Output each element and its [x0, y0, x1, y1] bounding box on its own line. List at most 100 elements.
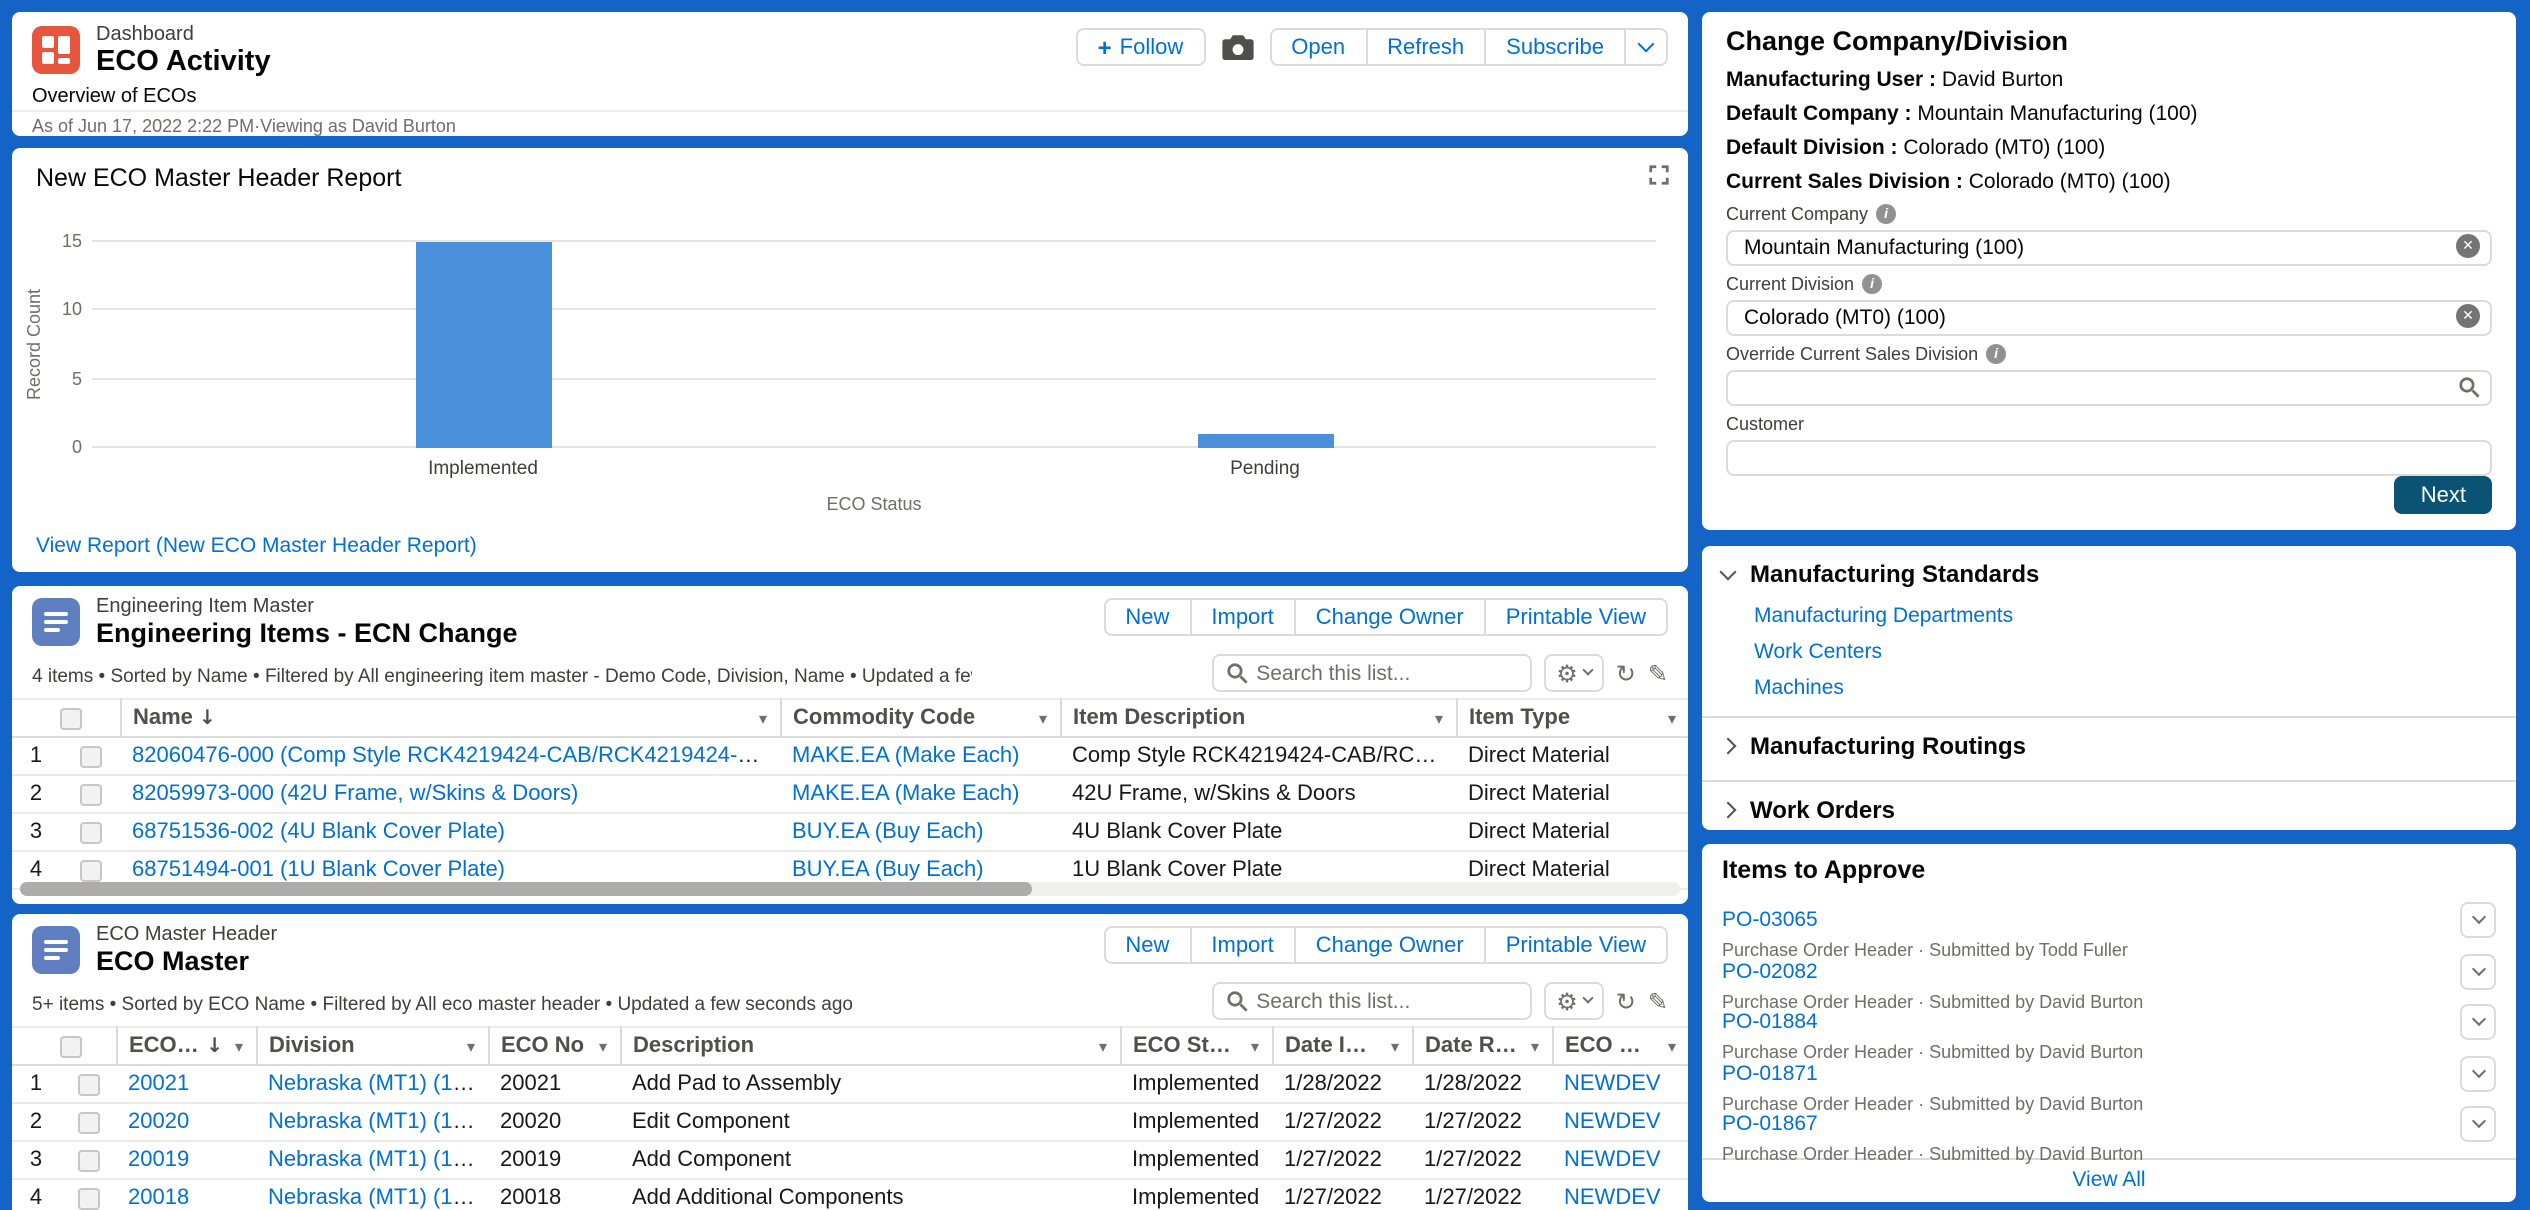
link-division[interactable]: Nebraska (MT1) (101) — [268, 1110, 484, 1134]
machines-link[interactable]: Machines — [1754, 676, 2496, 700]
column-header-item-type[interactable]: Item Type▾ — [1456, 699, 1688, 737]
row-checkbox[interactable] — [77, 1111, 99, 1133]
edit-icon-button[interactable]: ✎ — [1648, 989, 1668, 1013]
column-header-eco-no[interactable]: ECO No▾ — [488, 1027, 620, 1065]
link-eco-name[interactable]: 20019 — [128, 1148, 189, 1172]
info-icon[interactable]: i — [1876, 204, 1896, 224]
column-header-date-rele[interactable]: Date Rele...▾ — [1412, 1027, 1552, 1065]
link-commodity-code[interactable]: MAKE.EA (Make Each) — [792, 782, 1019, 806]
info-icon[interactable]: i — [1862, 274, 1882, 294]
column-menu-icon[interactable]: ▾ — [1531, 1037, 1539, 1055]
column-header-eco-status[interactable]: ECO Status▾ — [1120, 1027, 1272, 1065]
import-button[interactable]: Import — [1191, 598, 1295, 636]
current-division-input[interactable] — [1726, 300, 2492, 336]
follow-button[interactable]: + Follow — [1076, 28, 1206, 66]
row-actions-button[interactable] — [2460, 1106, 2496, 1142]
printable-view-button[interactable]: Printable View — [1486, 926, 1668, 964]
link-name[interactable]: 82059973-000 (42U Frame, w/Skins & Doors… — [132, 782, 578, 806]
view-all-link[interactable]: View All — [2072, 1168, 2145, 1192]
approval-record-link[interactable]: PO-01871 — [1722, 1061, 1818, 1085]
work-centers-link[interactable]: Work Centers — [1754, 640, 2496, 664]
column-menu-icon[interactable]: ▾ — [1251, 1037, 1259, 1055]
clear-icon[interactable]: ✕ — [2456, 304, 2480, 328]
more-dashboard-actions-button[interactable] — [1626, 28, 1668, 66]
override-sales-division-input[interactable] — [1726, 370, 2492, 406]
link-name[interactable]: 68751494-001 (1U Blank Cover Plate) — [132, 858, 505, 882]
link-eco-name[interactable]: 20020 — [128, 1110, 189, 1134]
link-name[interactable]: 68751536-002 (4U Blank Cover Plate) — [132, 820, 505, 844]
link-eco-re[interactable]: NEWDEV — [1564, 1110, 1661, 1134]
info-icon[interactable]: i — [1986, 344, 2006, 364]
search-input[interactable] — [1256, 989, 1518, 1013]
edit-icon-button[interactable]: ✎ — [1648, 661, 1668, 685]
approval-record-link[interactable]: PO-02082 — [1722, 959, 1818, 983]
link-eco-name[interactable]: 20018 — [128, 1186, 189, 1210]
column-menu-icon[interactable]: ▾ — [1668, 1037, 1676, 1055]
column-menu-icon[interactable]: ▾ — [467, 1037, 475, 1055]
approval-record-link[interactable]: PO-01867 — [1722, 1112, 1818, 1136]
column-header-name[interactable]: Name↓▾ — [120, 699, 780, 737]
column-menu-icon[interactable]: ▾ — [759, 709, 767, 727]
change-owner-button[interactable]: Change Owner — [1296, 598, 1486, 636]
search-input[interactable] — [1256, 661, 1518, 685]
row-checkbox[interactable] — [77, 1073, 99, 1095]
link-eco-re[interactable]: NEWDEV — [1564, 1148, 1661, 1172]
select-all-checkbox[interactable] — [60, 707, 82, 729]
list-settings-button[interactable]: ⚙ — [1544, 982, 1604, 1020]
subscribe-button[interactable]: Subscribe — [1486, 28, 1626, 66]
column-menu-icon[interactable]: ▾ — [235, 1037, 243, 1055]
refresh-icon-button[interactable]: ↻ — [1616, 661, 1636, 685]
printable-view-button[interactable]: Printable View — [1486, 598, 1668, 636]
row-actions-button[interactable] — [2460, 1004, 2496, 1040]
link-division[interactable]: Nebraska (MT1) (101) — [268, 1148, 484, 1172]
column-header-eco-re[interactable]: ECO Re...▾ — [1552, 1027, 1688, 1065]
new-button[interactable]: New — [1103, 926, 1191, 964]
link-division[interactable]: Nebraska (MT1) (101) — [268, 1072, 484, 1096]
approval-record-link[interactable]: PO-03065 — [1722, 908, 1818, 932]
column-header-item-description[interactable]: Item Description▾ — [1060, 699, 1456, 737]
work-orders-toggle[interactable]: Work Orders — [1722, 792, 2496, 828]
column-menu-icon[interactable]: ▾ — [1391, 1037, 1399, 1055]
column-header-description[interactable]: Description▾ — [620, 1027, 1120, 1065]
link-eco-re[interactable]: NEWDEV — [1564, 1186, 1661, 1210]
column-menu-icon[interactable]: ▾ — [1099, 1037, 1107, 1055]
row-actions-button[interactable] — [2460, 902, 2496, 938]
horizontal-scrollbar[interactable] — [20, 882, 1680, 896]
row-checkbox[interactable] — [77, 1149, 99, 1171]
change-owner-button[interactable]: Change Owner — [1296, 926, 1486, 964]
column-header-commodity-code[interactable]: Commodity Code▾ — [780, 699, 1060, 737]
link-commodity-code[interactable]: BUY.EA (Buy Each) — [792, 820, 984, 844]
import-button[interactable]: Import — [1191, 926, 1295, 964]
approval-record-link[interactable]: PO-01884 — [1722, 1010, 1818, 1034]
refresh-button[interactable]: Refresh — [1367, 28, 1486, 66]
link-division[interactable]: Nebraska (MT1) (101) — [268, 1186, 484, 1210]
scrollbar-thumb[interactable] — [20, 882, 1033, 896]
row-checkbox[interactable] — [79, 783, 101, 805]
column-header-division[interactable]: Division▾ — [256, 1027, 488, 1065]
row-actions-button[interactable] — [2460, 1055, 2496, 1091]
row-checkbox[interactable] — [79, 745, 101, 767]
column-menu-icon[interactable]: ▾ — [599, 1037, 607, 1055]
open-button[interactable]: Open — [1269, 28, 1367, 66]
refresh-icon-button[interactable]: ↻ — [1616, 989, 1636, 1013]
column-header-date-impl[interactable]: Date Impl...▾ — [1272, 1027, 1412, 1065]
column-menu-icon[interactable]: ▾ — [1668, 709, 1676, 727]
new-button[interactable]: New — [1103, 598, 1191, 636]
row-checkbox[interactable] — [79, 821, 101, 843]
manufacturing-standards-toggle[interactable]: Manufacturing Standards — [1722, 556, 2496, 592]
clear-icon[interactable]: ✕ — [2456, 234, 2480, 258]
current-company-input[interactable] — [1726, 230, 2492, 266]
column-menu-icon[interactable]: ▾ — [1039, 709, 1047, 727]
row-actions-button[interactable] — [2460, 953, 2496, 989]
select-all-checkbox[interactable] — [60, 1035, 82, 1057]
manufacturing-departments-link[interactable]: Manufacturing Departments — [1754, 604, 2496, 628]
list-settings-button[interactable]: ⚙ — [1544, 654, 1604, 692]
link-commodity-code[interactable]: BUY.EA (Buy Each) — [792, 858, 984, 882]
link-name[interactable]: 82060476-000 (Comp Style RCK4219424-CAB/… — [132, 744, 780, 768]
customer-input[interactable] — [1726, 440, 2492, 476]
expand-icon[interactable] — [1648, 162, 1670, 192]
row-checkbox[interactable] — [77, 1187, 99, 1209]
row-checkbox[interactable] — [79, 859, 101, 881]
view-report-link[interactable]: View Report (New ECO Master Header Repor… — [36, 534, 477, 558]
link-eco-name[interactable]: 20021 — [128, 1072, 189, 1096]
